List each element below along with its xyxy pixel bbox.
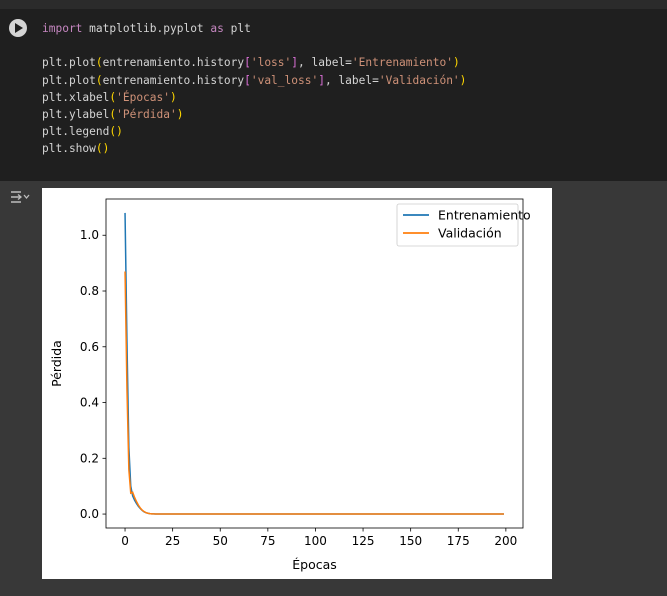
code-line: plt.show(): [42, 140, 466, 157]
legend-label: Entrenamiento: [438, 208, 531, 223]
code-line: plt.legend(): [42, 123, 466, 140]
chart-legend: Entrenamiento Validación: [396, 203, 531, 247]
y-tick-label: 0.2: [80, 451, 99, 465]
code-line: plt.plot(entrenamiento.history['val_loss…: [42, 72, 466, 89]
code-token: entrenamiento.history: [102, 56, 245, 70]
code-token: 'val_loss': [250, 73, 319, 87]
code-token: (: [95, 56, 103, 70]
code-token: matplotlib.pyplot: [82, 22, 211, 35]
code-token: 'Épocas': [116, 90, 170, 104]
play-icon: [15, 23, 23, 33]
run-cell-button[interactable]: [9, 19, 27, 37]
code-token: ): [176, 107, 184, 121]
code-cell[interactable]: import matplotlib.pyplot as plt plt.plot…: [0, 9, 667, 181]
x-tick-label: 75: [260, 534, 275, 548]
x-tick-label: 100: [304, 534, 327, 548]
code-token: ): [452, 56, 460, 70]
code-token: plt.legend: [42, 125, 110, 139]
code-token: 'Entrenamiento': [351, 56, 453, 70]
x-axis-label: Épocas: [292, 557, 337, 572]
code-line: plt.ylabel('Pérdida'): [42, 106, 466, 123]
code-token: ): [170, 90, 177, 104]
code-token: entrenamiento.history: [102, 73, 245, 87]
code-line: plt.plot(entrenamiento.history['loss'], …: [42, 54, 466, 71]
cell-output: 0 25 50 75 100 125 150 175 200 0.0 0.2 0.4 0.6 0.8 1.0…: [42, 188, 552, 579]
code-token: plt.show: [42, 142, 96, 156]
code-token: plt.ylabel: [42, 107, 110, 121]
code-token: 'loss': [250, 56, 292, 70]
x-tick-label: 0: [121, 534, 129, 548]
code-token: as: [210, 22, 224, 35]
y-tick-label: 0.4: [80, 396, 99, 410]
code-token: import: [42, 22, 83, 35]
code-token: 'Validación': [378, 73, 460, 87]
code-line: plt.xlabel('Épocas'): [42, 89, 466, 106]
code-token: ]: [318, 73, 325, 87]
x-tick-label: 125: [352, 534, 375, 548]
code-token: (): [95, 142, 110, 156]
series-layer: [124, 212, 504, 515]
x-tick-label: 175: [447, 534, 470, 548]
x-tick-label: 200: [494, 534, 517, 548]
x-tick-label: 150: [399, 534, 422, 548]
x-tick-label: 50: [213, 534, 228, 548]
ticks-layer: 0 25 50 75 100 125 150 175 200 0.0 0.2 0.4 0.6 0.8 1.0: [80, 228, 517, 548]
legend-label: Validación: [438, 226, 502, 241]
code-token: [: [244, 73, 251, 87]
code-token: , label=: [298, 56, 352, 70]
loss-chart: 0 25 50 75 100 125 150 175 200 0.0 0.2 0.4 0.6 0.8 1.0…: [49, 198, 531, 572]
y-tick-label: 0.8: [80, 284, 99, 298]
code-token: plt.plot: [42, 73, 96, 87]
code-token: , label=: [324, 73, 379, 87]
output-collapse-icon[interactable]: [9, 189, 31, 205]
code-token: (): [109, 125, 123, 139]
code-token: plt.plot: [42, 56, 96, 70]
axes-frame: [105, 198, 524, 529]
code-token: ]: [291, 56, 299, 70]
notebook-top-bar: [0, 0, 667, 9]
code-editor[interactable]: import matplotlib.pyplot as plt plt.plot…: [42, 20, 466, 158]
y-tick-label: 0.6: [80, 340, 99, 354]
y-tick-label: 0.0: [80, 507, 99, 521]
code-token: 'Pérdida': [116, 107, 177, 121]
code-line: import matplotlib.pyplot as plt: [42, 20, 466, 37]
code-token: plt: [223, 22, 251, 35]
series-line-entrenamiento: [124, 212, 504, 515]
y-tick-label: 1.0: [80, 228, 99, 242]
code-token: ): [459, 73, 467, 87]
code-token: plt.xlabel: [42, 90, 110, 104]
x-tick-label: 25: [165, 534, 180, 548]
code-token: (: [95, 73, 103, 87]
series-line-validacion: [124, 271, 504, 515]
y-axis-label: Pérdida: [49, 340, 64, 387]
code-token: [: [244, 56, 251, 70]
